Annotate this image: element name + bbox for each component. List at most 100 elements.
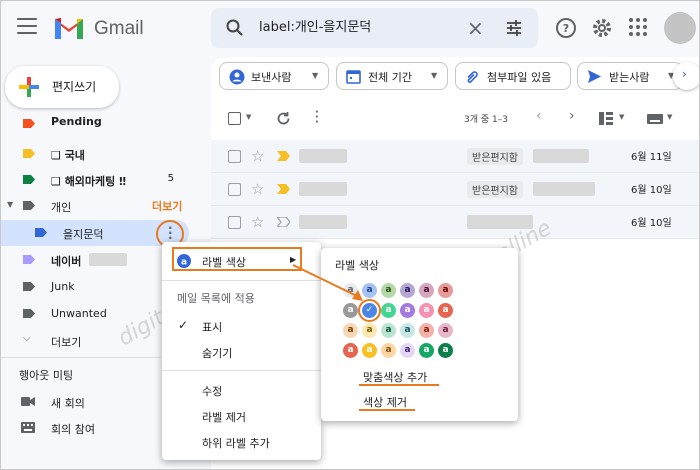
color-swatch[interactable]: a bbox=[419, 303, 434, 318]
color-swatch[interactable]: a bbox=[381, 283, 396, 298]
new-meeting-item[interactable]: 새 회의 bbox=[1, 389, 161, 415]
label-tag-icon bbox=[23, 201, 35, 210]
color-swatch[interactable]: a bbox=[419, 323, 434, 338]
hide-menu-item[interactable]: 숨기기 bbox=[162, 338, 321, 366]
filter-time-chip[interactable]: 전체 기간 ▼ bbox=[336, 62, 448, 90]
refresh-icon[interactable] bbox=[276, 111, 291, 126]
mail-row[interactable]: ☆ 받은편지함 6월 11일 bbox=[211, 140, 699, 173]
color-swatch[interactable]: a bbox=[381, 303, 396, 318]
label-tag-icon bbox=[35, 228, 47, 237]
filter-to-chip[interactable]: 받는사람 ▼ bbox=[577, 62, 683, 90]
label-tag-icon bbox=[23, 149, 35, 158]
mail-row[interactable]: ☆ 6월 10일 bbox=[211, 206, 699, 239]
check-icon: ✓ bbox=[178, 318, 189, 332]
keyboard-icon bbox=[21, 422, 35, 433]
sidebar-item-junk[interactable]: Junk bbox=[1, 274, 161, 300]
color-swatch[interactable]: a bbox=[343, 343, 358, 358]
sidebar-item-overseas-marketing[interactable]: ❑ 해외마케팅 ‼ 5 bbox=[1, 167, 206, 193]
search-icon[interactable] bbox=[225, 18, 245, 38]
color-swatch[interactable]: a bbox=[400, 323, 415, 338]
annotation-underline bbox=[359, 409, 415, 411]
label-tag-icon bbox=[23, 175, 35, 184]
color-swatch[interactable]: a bbox=[343, 303, 358, 318]
important-marker-icon[interactable] bbox=[277, 151, 290, 161]
label-options-icon[interactable]: · · · bbox=[168, 222, 173, 244]
star-icon[interactable]: ☆ bbox=[251, 213, 264, 231]
calendar-icon bbox=[346, 70, 361, 84]
row-checkbox[interactable] bbox=[228, 183, 241, 196]
redacted-sender bbox=[299, 149, 347, 163]
next-page-icon[interactable]: › bbox=[569, 108, 575, 124]
color-swatch[interactable]: a bbox=[419, 343, 434, 358]
important-marker-icon[interactable] bbox=[277, 217, 290, 227]
help-icon[interactable]: ? bbox=[555, 17, 577, 39]
apps-grid-icon[interactable] bbox=[628, 17, 648, 37]
edit-menu-item[interactable]: 수정 bbox=[162, 376, 321, 404]
color-swatch[interactable]: a bbox=[438, 343, 453, 358]
page-range: 3개 중 1–3 bbox=[464, 115, 508, 125]
keyboard-dropdown-icon[interactable]: ▼ bbox=[667, 113, 672, 121]
color-swatch[interactable]: a bbox=[381, 343, 396, 358]
annotation-arrow bbox=[292, 264, 363, 301]
label-tag-icon bbox=[23, 309, 35, 318]
split-pane-dropdown-icon[interactable]: ▼ bbox=[619, 113, 624, 121]
add-sublabel-menu-item[interactable]: 하위 라벨 추가 bbox=[162, 428, 321, 456]
top-header: Gmail × ? bbox=[1, 1, 699, 57]
search-options-icon[interactable] bbox=[505, 19, 523, 37]
person-icon bbox=[229, 69, 245, 85]
input-tools-keyboard-icon[interactable] bbox=[647, 114, 663, 124]
dropdown-arrow-icon: ▼ bbox=[431, 71, 438, 80]
search-input[interactable] bbox=[259, 18, 459, 33]
account-avatar[interactable] bbox=[664, 12, 696, 44]
row-checkbox[interactable] bbox=[228, 216, 241, 229]
clear-search-icon[interactable]: × bbox=[467, 16, 484, 40]
remove-label-menu-item[interactable]: 라벨 제거 bbox=[162, 402, 321, 430]
filter-attachment-chip[interactable]: 첨부파일 있음 bbox=[455, 62, 571, 90]
color-swatch[interactable]: a bbox=[400, 343, 415, 358]
more-actions-icon[interactable]: · · · bbox=[315, 108, 319, 128]
meet-section-title: 행아웃 미팅 bbox=[19, 369, 74, 382]
previous-page-icon[interactable]: ‹ bbox=[536, 108, 542, 124]
sidebar-item-pending[interactable]: Pending bbox=[1, 113, 206, 135]
annotation-underline bbox=[359, 384, 439, 386]
next-filters-button[interactable]: › bbox=[673, 62, 699, 90]
settings-gear-icon[interactable] bbox=[591, 17, 613, 39]
add-custom-color-link[interactable]: 맞춤색상 추가 bbox=[363, 369, 427, 385]
compose-button[interactable]: 편지쓰기 bbox=[5, 66, 119, 108]
remove-color-link[interactable]: 색상 제거 bbox=[363, 394, 407, 410]
redacted-subject bbox=[533, 182, 595, 196]
collapse-arrow-icon[interactable]: ▼ bbox=[7, 200, 13, 209]
join-meeting-item[interactable]: 회의 참여 bbox=[1, 415, 161, 441]
star-icon[interactable]: ☆ bbox=[251, 147, 264, 165]
color-swatch[interactable]: a bbox=[438, 303, 453, 318]
main-menu-icon[interactable] bbox=[17, 18, 37, 36]
color-swatch[interactable]: a bbox=[362, 323, 377, 338]
split-pane-icon[interactable] bbox=[599, 112, 613, 125]
color-swatch[interactable]: a bbox=[400, 303, 415, 318]
video-camera-icon bbox=[21, 397, 35, 406]
mail-date: 6월 10일 bbox=[631, 218, 672, 229]
color-swatch[interactable]: a bbox=[419, 283, 434, 298]
sidebar-item-naver[interactable]: 네이버 bbox=[1, 247, 161, 273]
color-swatch[interactable]: a bbox=[362, 343, 377, 358]
color-swatch[interactable]: a bbox=[438, 323, 453, 338]
important-marker-icon[interactable] bbox=[277, 184, 290, 194]
inbox-label-chip: 받은편지함 bbox=[467, 148, 523, 165]
color-swatch[interactable]: a bbox=[343, 323, 358, 338]
unread-count: 5 bbox=[167, 173, 174, 184]
sidebar-item-domestic[interactable]: ❑ 국내 bbox=[1, 141, 206, 167]
color-swatch[interactable]: a bbox=[438, 283, 453, 298]
row-checkbox[interactable] bbox=[228, 150, 241, 163]
label-tag-icon bbox=[23, 255, 35, 264]
star-icon[interactable]: ☆ bbox=[251, 180, 264, 198]
filter-from-chip[interactable]: 보낸사람 ▼ bbox=[219, 62, 329, 90]
select-dropdown-icon[interactable]: ▼ bbox=[246, 113, 251, 121]
color-swatch[interactable]: a bbox=[381, 323, 396, 338]
show-menu-item[interactable]: ✓ 표시 bbox=[162, 312, 321, 340]
search-bar[interactable]: × bbox=[211, 8, 538, 48]
compose-plus-icon bbox=[19, 77, 39, 97]
mail-row[interactable]: ☆ 받은편지함 6월 10일 bbox=[211, 173, 699, 206]
color-swatch[interactable]: a bbox=[400, 283, 415, 298]
select-all-checkbox[interactable] bbox=[228, 112, 241, 125]
gmail-logo-icon bbox=[55, 18, 83, 39]
